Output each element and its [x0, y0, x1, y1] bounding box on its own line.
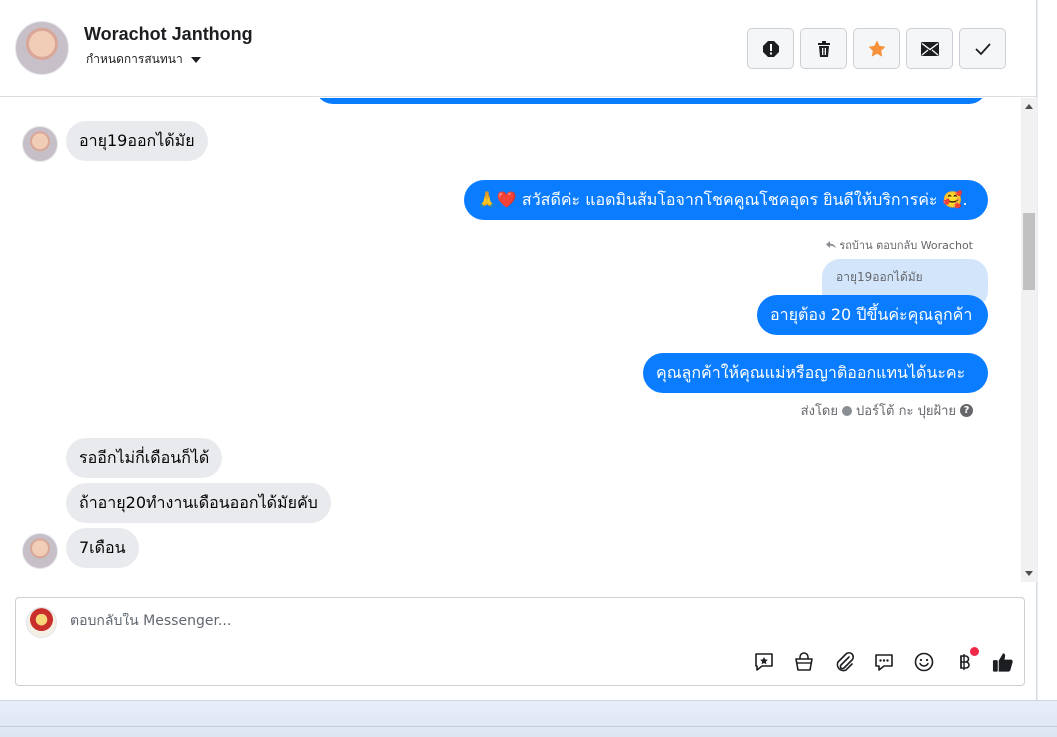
contact-avatar-small — [22, 126, 58, 162]
mark-done-button[interactable] — [959, 28, 1006, 69]
incoming-message: รออีกไม่กี่เดือนก็ได้ — [66, 438, 223, 478]
payment-button[interactable] — [952, 647, 979, 673]
outgoing-message: อายุต้อง 20 ปีขึ้นค่ะคุณลูกค้า — [757, 295, 988, 335]
attach-icon — [836, 651, 854, 671]
mark-unread-button[interactable] — [906, 28, 953, 69]
reply-input[interactable] — [70, 613, 670, 629]
alert-icon — [762, 40, 779, 57]
reply-arrow-icon — [826, 241, 837, 249]
shop-button[interactable] — [792, 650, 815, 673]
sent-by-info: ส่งโดย ปอร์โต้ กะ ปุยฝ้าย ? — [801, 400, 973, 421]
reply-composer — [15, 597, 1025, 686]
incoming-message: 7เดือน — [66, 528, 139, 568]
sent-by-prefix: ส่งโดย — [800, 404, 838, 419]
star-button[interactable] — [853, 28, 900, 69]
saved-reply-button[interactable] — [752, 650, 775, 673]
mark-spam-button[interactable] — [747, 28, 794, 69]
page-right-edge — [1038, 0, 1057, 700]
emoji-button[interactable] — [912, 650, 935, 673]
message-bubble-partial — [315, 98, 987, 104]
page-footer-bar — [0, 700, 1057, 737]
thread-scrollbar[interactable] — [1021, 98, 1037, 582]
header-actions — [747, 28, 1006, 69]
trash-icon — [817, 40, 830, 57]
emoji-icon — [914, 652, 933, 671]
outgoing-message: 🙏❤️ สวัสดีค่ะ แอดมินส้มโอจากโชคคูณโชคอุด… — [464, 180, 988, 220]
contact-name[interactable]: Worachot Janthong — [84, 24, 253, 45]
message-thread[interactable]: อายุ19ออกได้มัย 🙏❤️ สวัสดีค่ะ แอดมินส้มโ… — [0, 98, 1021, 582]
check-icon — [974, 42, 991, 55]
caret-down-icon — [190, 56, 201, 63]
page-avatar — [26, 607, 57, 638]
outgoing-message: คุณลูกค้าให้คุณแม่หรือญาติออกแทนได้นะคะ — [643, 353, 988, 393]
scroll-up-icon[interactable] — [1025, 104, 1033, 109]
incoming-message: อายุ19ออกได้มัย — [66, 121, 208, 161]
chat-bubbles-icon — [874, 653, 893, 671]
attach-button[interactable] — [832, 650, 855, 673]
like-icon — [992, 652, 1013, 672]
help-icon[interactable]: ? — [960, 404, 973, 417]
contact-avatar[interactable] — [15, 21, 69, 75]
scroll-down-icon[interactable] — [1025, 571, 1033, 576]
sent-by-name: ปอร์โต้ กะ ปุยฝ้าย — [856, 404, 956, 419]
notification-dot — [970, 647, 979, 656]
reply-note: รถบ้าน ตอบกลับ Worachot — [826, 236, 973, 254]
delete-button[interactable] — [800, 28, 847, 69]
reply-note-text: รถบ้าน ตอบกลับ Worachot — [839, 239, 973, 252]
shop-bag-icon — [794, 651, 813, 671]
like-button[interactable] — [992, 650, 1015, 673]
envelope-icon — [920, 41, 939, 56]
scroll-thumb[interactable] — [1023, 213, 1035, 290]
assign-label: กำหนดการสนทนา — [86, 52, 183, 66]
verified-icon — [842, 405, 852, 416]
star-icon — [868, 40, 885, 57]
inbox-window: Worachot Janthong กำหนดการสนทนา อายุ19ออ… — [0, 0, 1037, 700]
contact-avatar-small — [22, 533, 58, 569]
composer-tools — [752, 647, 1015, 673]
assign-conversation-dropdown[interactable]: กำหนดการสนทนา — [86, 50, 201, 69]
conversation-header: Worachot Janthong กำหนดการสนทนา — [0, 0, 1037, 97]
quick-replies-button[interactable] — [872, 650, 895, 673]
saved-reply-icon — [754, 652, 773, 671]
incoming-message: ถ้าอายุ20ทำงานเดือนออกได้มัยคับ — [66, 483, 331, 523]
